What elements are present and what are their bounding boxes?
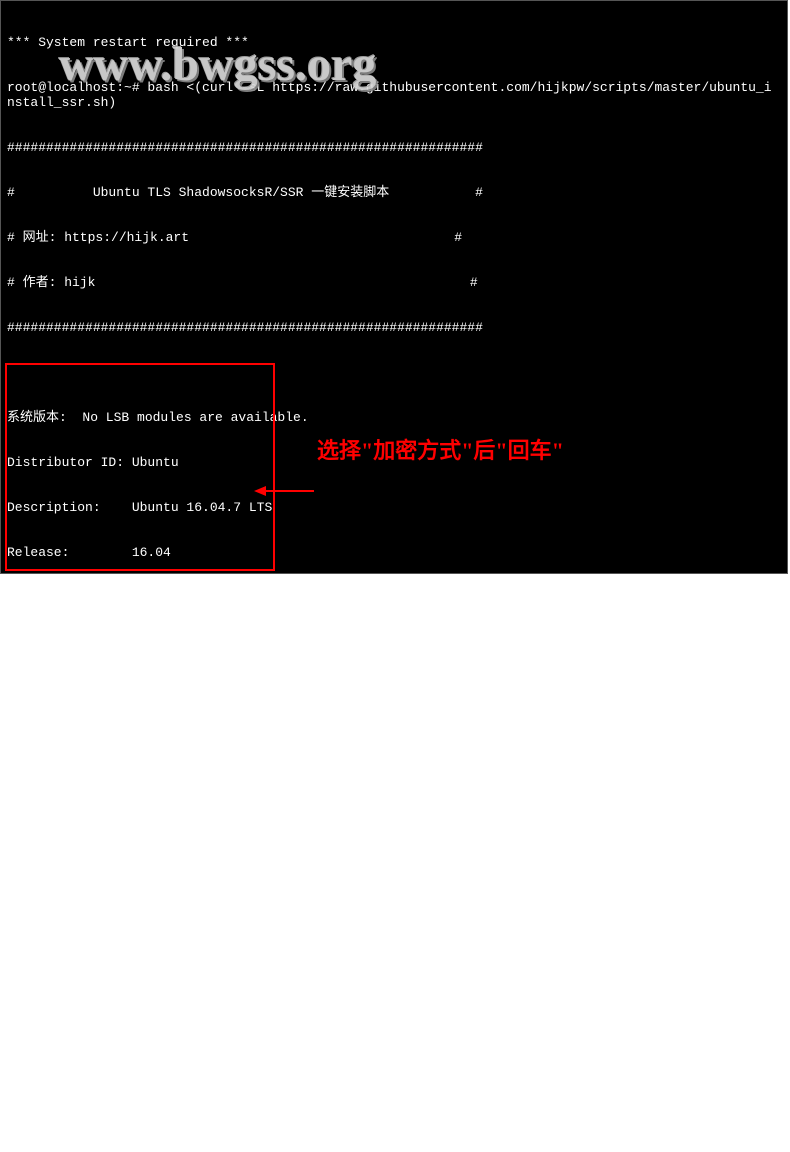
banner-title: # Ubuntu TLS ShadowsocksR/SSR 一键安装脚本 # — [7, 185, 781, 200]
banner-url: # 网址: https://hijk.art # — [7, 230, 781, 245]
enc-option: 1)aes-256-cfb — [7, 1040, 781, 1055]
encryption-header: 请选择SSR的加密方式: — [7, 995, 781, 1010]
shell-prompt-command: root@localhost:~# bash <(curl -sL https:… — [7, 80, 779, 110]
port-prompt: 请设置SSR的端口号[1-65535]:23456 — [7, 815, 781, 830]
banner-hash-top: ########################################… — [7, 140, 781, 155]
distributor-id: Distributor ID: Ubuntu — [7, 455, 781, 470]
codename: Codename: xenial — [7, 590, 781, 605]
password-echo: 密码: 123456 — [7, 725, 781, 740]
blank-line — [7, 950, 781, 965]
enc-option: 2)aes-192-cfb — [7, 1085, 781, 1100]
restart-message: *** System restart required *** — [7, 35, 781, 50]
password-prompt: 请设置SSR的密码（不输入则随机生成）:123456 — [7, 635, 781, 650]
banner-hash-bottom: ########################################… — [7, 320, 781, 335]
system-version: 系统版本: No LSB modules are available. — [7, 410, 781, 425]
banner-author: # 作者: hijk # — [7, 275, 781, 290]
blank-line — [7, 770, 781, 785]
blank-line — [7, 860, 781, 875]
blank-line — [7, 680, 781, 695]
blank-line — [7, 365, 781, 380]
watermark-text: www.bwgss.org — [59, 57, 376, 72]
description: Description: Ubuntu 16.04.7 LTS — [7, 500, 781, 515]
port-echo: 端口号: 23456 — [7, 905, 781, 920]
release: Release: 16.04 — [7, 545, 781, 560]
enc-option: 3)aes-128-cfb — [7, 1130, 781, 1145]
terminal-window[interactable]: *** System restart required *** root@loc… — [0, 0, 788, 574]
